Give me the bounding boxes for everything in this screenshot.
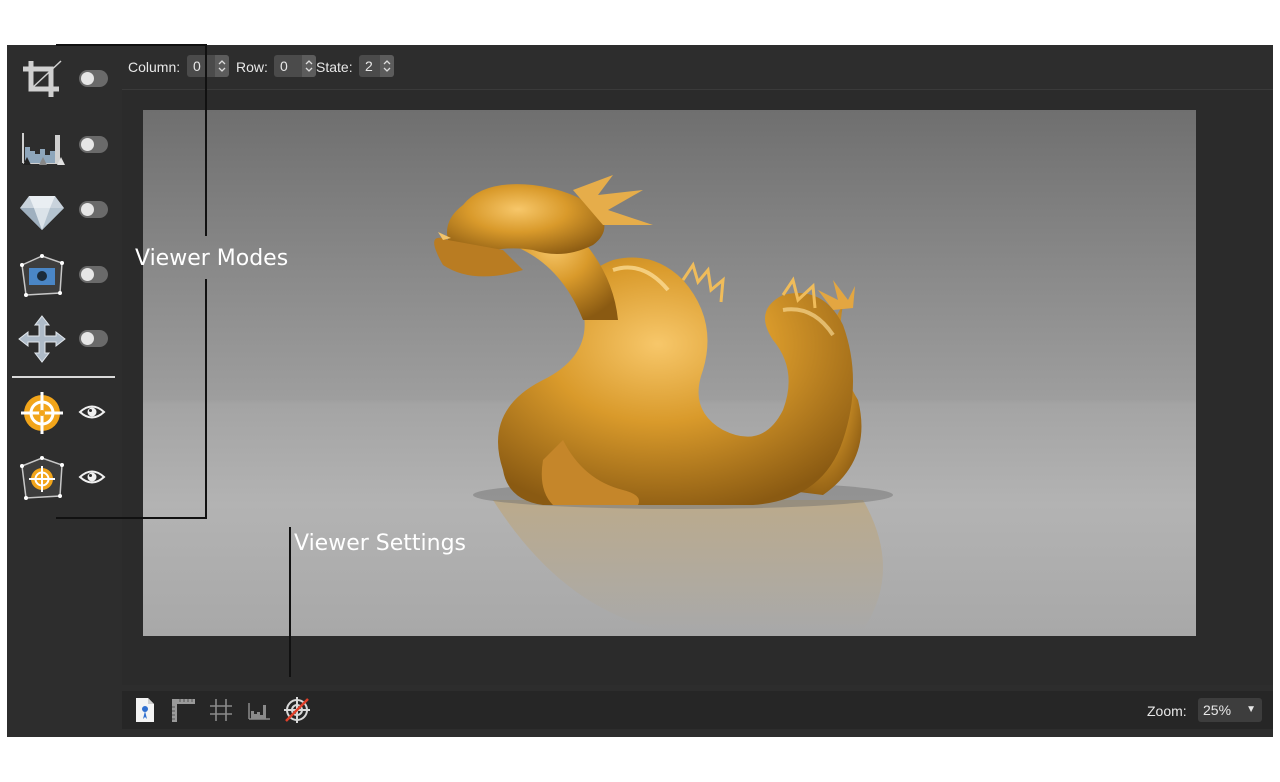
callout-bracket-top — [56, 44, 207, 46]
zoom-select[interactable]: 25% ▼ — [1198, 698, 1262, 722]
crop-icon[interactable] — [17, 55, 67, 103]
histogram-mode-toggle[interactable] — [79, 136, 108, 153]
document-pin-icon[interactable] — [130, 695, 160, 725]
row-stepper[interactable]: 0 — [274, 55, 316, 77]
crop-mode-toggle[interactable] — [79, 70, 108, 87]
camera-frame-mode-toggle[interactable] — [79, 266, 108, 283]
toggle-knob — [81, 332, 94, 345]
callout-bracket-bottom — [56, 517, 207, 519]
eye-icon[interactable] — [78, 465, 106, 489]
viewer-settings-callout: Viewer Settings — [294, 531, 467, 556]
golden-dragon-render — [434, 175, 893, 630]
column-label: Column: — [128, 59, 181, 75]
diamond-mode-toggle[interactable] — [79, 201, 108, 218]
row-value: 0 — [280, 58, 288, 74]
mode-row-diamond — [7, 182, 120, 238]
toggle-knob — [81, 203, 94, 216]
bottom-toolbar: Zoom: 25% ▼ — [122, 691, 1273, 729]
state-stepper[interactable]: 2 — [359, 55, 394, 77]
stepper-arrows-icon[interactable] — [380, 55, 394, 77]
setting-row-target — [7, 385, 120, 441]
sidebar-divider — [12, 376, 115, 378]
frame-target-icon[interactable] — [17, 454, 67, 502]
column-value: 0 — [193, 58, 201, 74]
mode-row-camera-frame — [7, 247, 120, 303]
mode-row-crop — [7, 51, 120, 107]
chevron-down-icon[interactable]: ▼ — [1246, 704, 1256, 715]
rendered-image — [143, 110, 1196, 636]
state-label: State: — [316, 59, 353, 75]
viewer-app: Column: 0 Row: 0 State: 2 Zoom: 25% ▼ — [7, 45, 1273, 737]
grid-icon[interactable] — [206, 695, 236, 725]
viewer-canvas[interactable] — [122, 89, 1273, 685]
viewer-sidebar — [7, 45, 120, 737]
target-icon[interactable] — [17, 389, 67, 437]
viewer-modes-callout: Viewer Modes — [135, 246, 289, 271]
toggle-knob — [81, 72, 94, 85]
histogram-small-icon[interactable] — [244, 695, 274, 725]
ruler-corner-icon[interactable] — [168, 695, 198, 725]
column-stepper[interactable]: 0 — [187, 55, 229, 77]
histogram-icon[interactable] — [17, 121, 67, 169]
callout-bracket-upper — [205, 44, 207, 236]
zoom-value: 25% — [1203, 702, 1232, 718]
diamond-icon[interactable] — [17, 186, 67, 234]
state-value: 2 — [365, 58, 373, 74]
toggle-knob — [81, 268, 94, 281]
zoom-label: Zoom: — [1147, 703, 1187, 719]
toggle-knob — [81, 138, 94, 151]
move-mode-toggle[interactable] — [79, 330, 108, 347]
callout-bracket-lower — [205, 279, 207, 519]
callout-settings-line — [289, 527, 291, 677]
top-toolbar: Column: 0 Row: 0 State: 2 — [120, 45, 1273, 89]
eye-icon[interactable] — [78, 400, 106, 424]
move-arrows-icon[interactable] — [17, 315, 67, 363]
mode-row-move — [7, 311, 120, 367]
row-label: Row: — [236, 59, 268, 75]
mode-row-histogram — [7, 117, 120, 173]
stepper-arrows-icon[interactable] — [302, 55, 316, 77]
stepper-arrows-icon[interactable] — [215, 55, 229, 77]
crosshair-off-icon[interactable] — [282, 695, 312, 725]
camera-frame-icon[interactable] — [17, 251, 67, 299]
setting-row-frame-target — [7, 450, 120, 506]
